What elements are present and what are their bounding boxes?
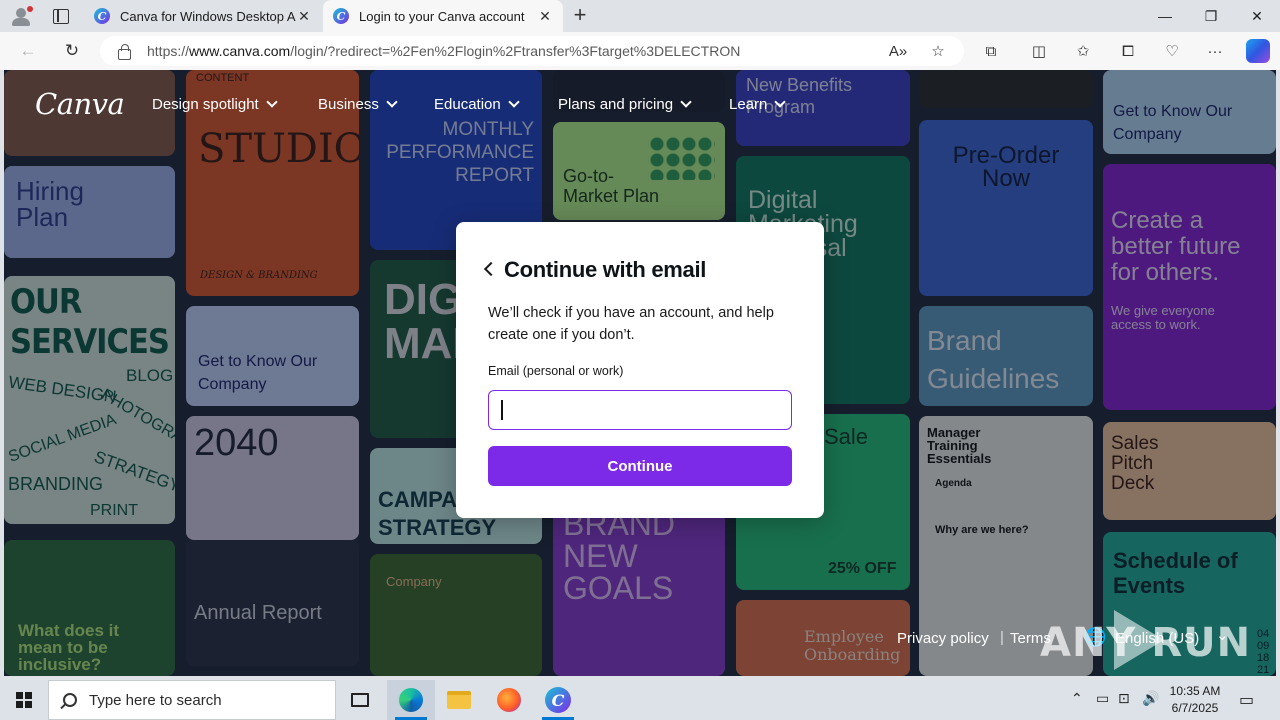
search-icon [63,693,77,707]
url-host: www.canva.com [189,43,291,59]
profile-icon[interactable] [8,5,34,27]
dialog-description: We’ll check if you have an account, and … [488,305,774,343]
chevron-down-icon [386,96,398,108]
copilot-icon[interactable] [1246,39,1270,63]
minimize-button[interactable]: — [1142,0,1188,32]
email-label: Email (personal or work) [488,364,624,378]
close-window-button[interactable]: ✕ [1234,0,1280,32]
taskbar-search[interactable]: Type here to search [48,680,336,720]
canva-icon: C [94,8,110,24]
tab-title: Login to your Canva account [359,8,525,24]
close-tab-icon[interactable]: ✕ [537,8,553,25]
firefox-icon[interactable] [485,680,533,720]
start-button[interactable] [0,680,48,720]
volume-icon[interactable]: 🔊 [1142,690,1159,707]
close-tab-icon[interactable]: ✕ [296,8,312,25]
collections-icon[interactable]: ⧠ [1118,41,1138,61]
privacy-policy-link[interactable]: Privacy policy [897,630,989,647]
chevron-down-icon [508,96,520,108]
browser-titlebar: C Canva for Windows Desktop App | Free D… [0,0,1280,32]
battery-icon[interactable]: ▭ [1096,690,1109,707]
windows-taskbar: Type here to search C ⌃ ▭ ⊡ 🔊 10:35 AM 6… [0,680,1280,720]
url-path: /login/?redirect=%2Fen%2Flogin%2Ftransfe… [290,43,741,59]
file-explorer-icon[interactable] [435,680,483,720]
chevron-up-icon[interactable]: ⌃ [1071,690,1083,707]
tab-actions-icon[interactable] [50,7,70,25]
favorites-icon[interactable]: ✩ [1073,41,1093,61]
clock-time: 10:35 AM [1169,684,1221,698]
nav-label: Business [318,96,379,113]
address-toolbar: ← ↻ https://www.canva.com/login/?redirec… [0,32,1280,70]
favorite-star-icon[interactable]: ☆ [928,41,948,61]
search-placeholder: Type here to search [89,691,222,709]
nav-learn[interactable]: Learn [729,96,787,113]
nav-education[interactable]: Education [434,96,520,113]
anyrun-watermark: ANY RUN [1040,610,1270,670]
canva-app-icon[interactable]: C [534,680,582,720]
url-prefix: https:// [147,43,190,59]
nav-label: Education [434,96,501,113]
email-field[interactable] [488,390,792,430]
chevron-down-icon [774,96,787,108]
nav-label: Learn [729,96,768,113]
clock-date: 6/7/2025 [1171,701,1219,715]
site-header: Canva Design spotlight Business Educatio… [4,70,1276,140]
maximize-button[interactable]: ❐ [1188,0,1234,32]
notifications-icon[interactable]: ▭ [1239,690,1254,710]
watermark-text: ANY RUN [1040,620,1252,666]
nav-design-spotlight[interactable]: Design spotlight [152,96,278,113]
dialog-title: Continue with email [504,257,707,282]
browser-tab-canva-login[interactable]: C Login to your Canva account ✕ [323,0,563,32]
split-screen-icon[interactable]: ◫ [1029,41,1049,61]
text-cursor [501,400,503,420]
nav-label: Plans and pricing [558,96,674,113]
chevron-down-icon [266,96,278,108]
chevron-down-icon [680,96,692,108]
network-icon[interactable]: ⊡ [1118,690,1130,707]
continue-button[interactable]: Continue [488,446,792,486]
read-aloud-icon[interactable]: A» [888,41,908,61]
lock-icon[interactable] [118,44,131,60]
new-tab-button[interactable]: + [568,4,592,28]
back-arrow-icon[interactable] [483,261,499,277]
canva-logo[interactable]: Canva [35,87,125,121]
extensions-icon[interactable]: ⧉ [981,41,1001,61]
more-icon[interactable]: ··· [1205,41,1225,61]
edge-icon[interactable] [387,680,435,720]
windows-logo-icon [16,692,32,708]
canva-icon: C [333,8,349,24]
login-dialog: Continue with email We’ll check if you h… [456,222,824,518]
refresh-icon[interactable]: ↻ [61,40,83,62]
back-icon[interactable]: ← [17,40,39,62]
task-view-icon[interactable] [336,680,384,720]
performance-icon[interactable]: ♡ [1162,41,1182,61]
nav-business[interactable]: Business [318,96,398,113]
address-bar[interactable]: https://www.canva.com/login/?redirect=%2… [100,36,964,66]
nav-label: Design spotlight [152,96,259,113]
page-viewport: Hiring Plan OUR SERVICES BLOG WEB DESIGN… [4,70,1276,676]
tab-title: Canva for Windows Desktop App | Free Dow… [120,8,296,24]
nav-plans-and-pricing[interactable]: Plans and pricing [558,96,692,113]
browser-tab-canva-download[interactable]: C Canva for Windows Desktop App | Free D… [84,0,322,32]
system-clock[interactable]: 10:35 AM 6/7/2025 [1165,683,1225,717]
footer-separator: | [1000,629,1004,646]
